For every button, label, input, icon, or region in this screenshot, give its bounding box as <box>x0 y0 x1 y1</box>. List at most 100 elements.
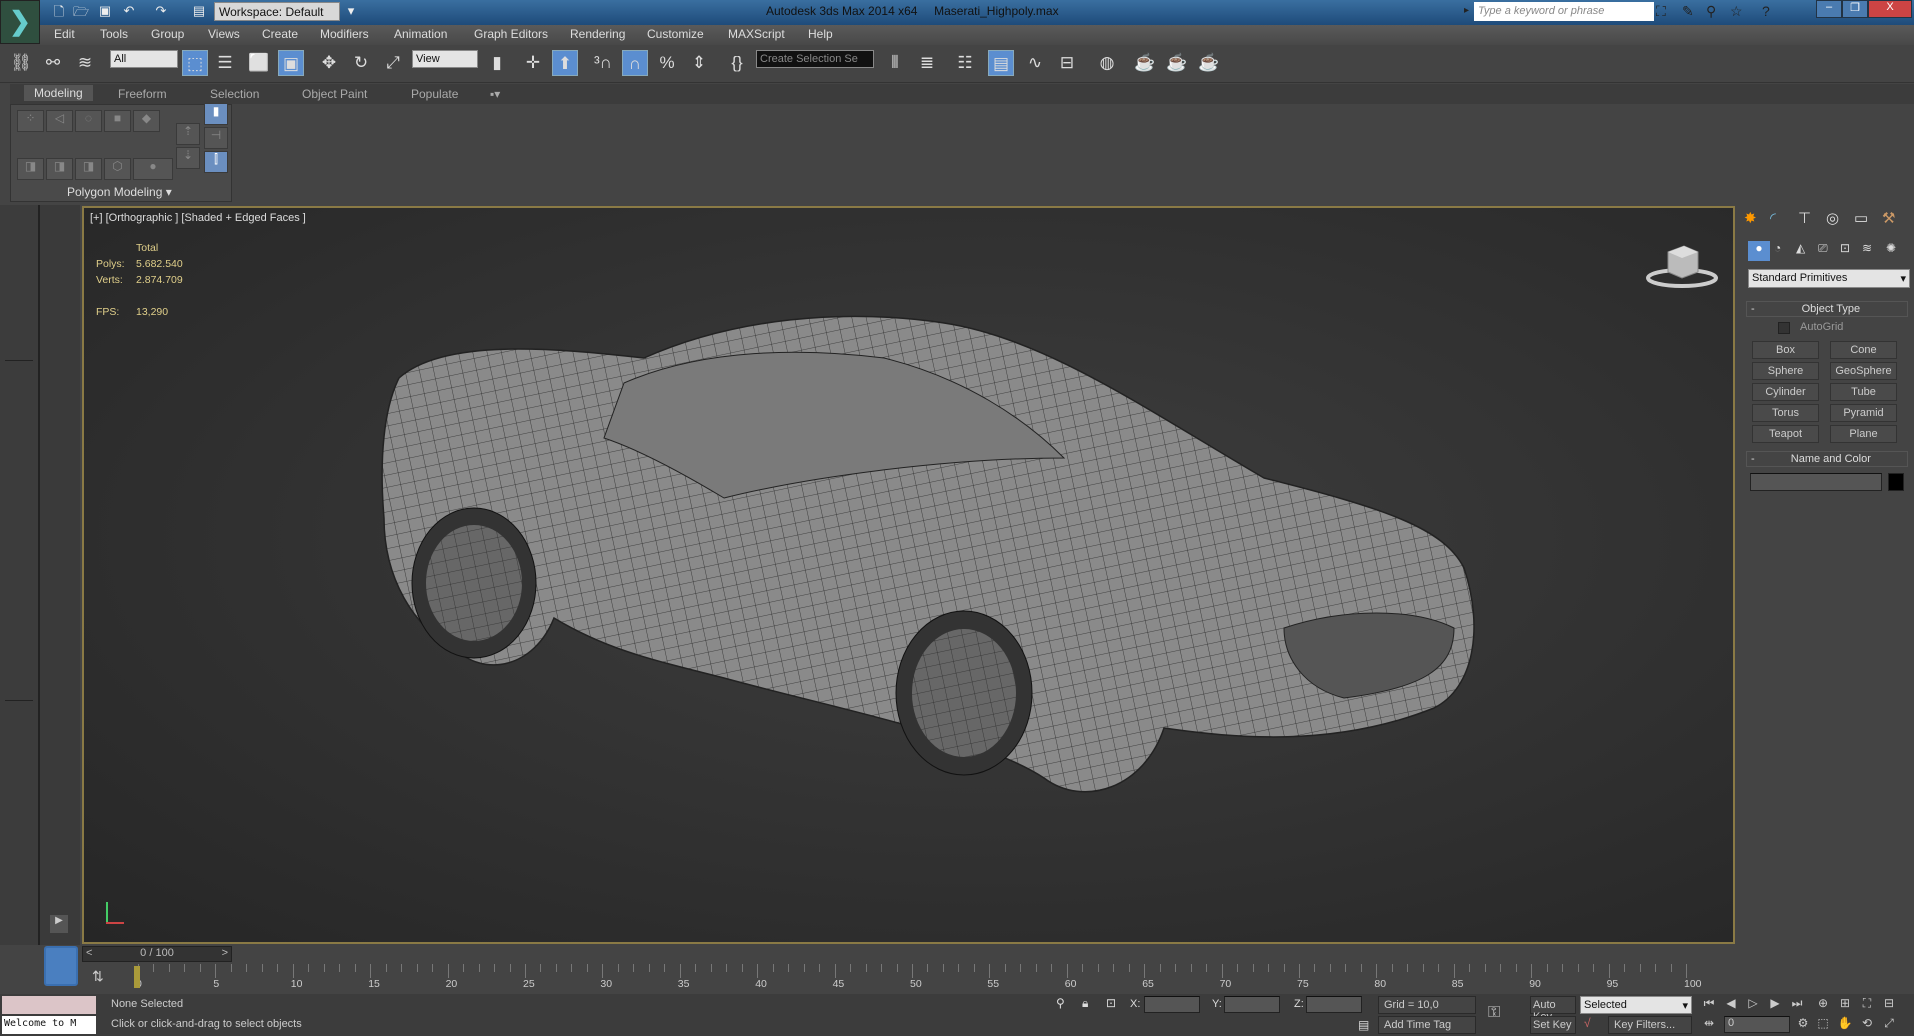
region-zoom-icon[interactable]: ⬚ <box>1814 1016 1832 1033</box>
pan-icon[interactable]: ✋ <box>1836 1016 1854 1033</box>
maxscript-output[interactable]: Welcome to M <box>2 1016 96 1034</box>
rendered-frame-window-icon[interactable]: ☕ <box>1164 50 1190 76</box>
save-icon[interactable]: ▣ <box>96 3 114 21</box>
scale-icon[interactable]: ⤢ <box>380 50 406 76</box>
space-warps-icon[interactable]: ≋ <box>1862 241 1872 255</box>
help-icon[interactable]: ? <box>1762 3 1770 19</box>
default-tangent-icon[interactable]: √ <box>1584 1016 1591 1030</box>
object-color-swatch[interactable] <box>1888 473 1904 491</box>
preview-selection-icon[interactable]: ⬡ <box>104 158 131 180</box>
polygon-modeling-panel-title[interactable]: Polygon Modeling ▾ <box>67 185 172 199</box>
maximize-viewport-icon[interactable]: ⤢ <box>1880 1016 1898 1033</box>
menu-tools[interactable]: Tools <box>100 27 128 41</box>
snaps-toggle-icon[interactable]: ³∩ <box>590 50 616 76</box>
percent-snap-icon[interactable]: % <box>654 50 680 76</box>
mirror-icon[interactable]: ⫴ <box>882 50 908 76</box>
vertex-icon[interactable]: ⁘ <box>17 110 44 132</box>
key-mode-toggle-icon[interactable]: ⇹ <box>1700 1016 1718 1033</box>
set-key-button[interactable]: Set Key <box>1530 1016 1576 1034</box>
search-input[interactable]: Type a keyword or phrase <box>1474 2 1654 21</box>
lights-icon[interactable]: ◭ <box>1796 241 1805 255</box>
menu-customize[interactable]: Customize <box>647 27 704 41</box>
new-file-icon[interactable]: 🗋 <box>50 3 68 21</box>
expand-search-icon[interactable]: ▸ <box>1464 5 1469 16</box>
selection-lock-icon[interactable]: 🔒︎ <box>1082 996 1088 1011</box>
name-color-rollout-header[interactable]: - Name and Color <box>1746 451 1908 467</box>
select-cube-2-icon[interactable]: ◨ <box>46 158 73 180</box>
play-icon[interactable]: ▷ <box>1744 996 1762 1013</box>
material-editor-icon[interactable]: ◍ <box>1094 50 1120 76</box>
object-type-rollout-header[interactable]: - Object Type <box>1746 301 1908 317</box>
show-cage-icon[interactable]: ⫿ <box>204 151 228 173</box>
shrink-icon[interactable]: ⇣ <box>176 147 200 169</box>
soft-selection-icon[interactable]: ● <box>133 158 173 180</box>
orbit-icon[interactable]: ⟲ <box>1858 1016 1876 1033</box>
application-button[interactable]: ❯ <box>0 0 40 44</box>
binoculars-icon[interactable]: ⛶ <box>1656 3 1666 20</box>
object-name-input[interactable] <box>1750 473 1882 491</box>
y-coordinate-input[interactable] <box>1224 996 1280 1013</box>
modify-tab-icon[interactable]: ◜ <box>1770 209 1776 227</box>
sphere-button[interactable]: Sphere <box>1752 362 1819 380</box>
select-object-icon[interactable]: ⬚ <box>182 50 208 76</box>
create-tab-icon[interactable]: ✸ <box>1744 209 1757 227</box>
spinner-snap-icon[interactable]: ⇕ <box>686 50 712 76</box>
reference-coordinate-dropdown[interactable]: View <box>412 50 478 68</box>
next-frame-icon[interactable]: ▶ <box>1766 996 1784 1013</box>
zoom-extents-icon[interactable]: ⛶ <box>1858 996 1876 1013</box>
menu-help[interactable]: Help <box>808 27 833 41</box>
autogrid-checkbox[interactable] <box>1778 322 1790 334</box>
scene-explorer-icon[interactable]: ▤ <box>988 50 1014 76</box>
zoom-all-icon[interactable]: ⊞ <box>1836 996 1854 1013</box>
maxscript-listener-mini[interactable] <box>2 996 96 1014</box>
menu-views[interactable]: Views <box>208 27 240 41</box>
show-end-result-icon[interactable]: ▮ <box>204 103 228 125</box>
geometry-icon[interactable]: ● <box>1748 241 1770 261</box>
customize-quick-access-icon[interactable]: ▾ <box>342 3 360 21</box>
key-filters-button[interactable]: Key Filters... <box>1608 1016 1692 1034</box>
cameras-icon[interactable]: ⎚ <box>1818 241 1828 256</box>
align-icon[interactable]: ≣ <box>914 50 940 76</box>
menu-graph-editors[interactable]: Graph Editors <box>474 27 548 41</box>
link-icon[interactable]: ⛓ <box>8 50 34 76</box>
tab-freeform[interactable]: Freeform <box>118 87 167 101</box>
polygon-icon[interactable]: ■ <box>104 110 131 132</box>
go-to-end-icon[interactable]: ⏭ <box>1788 996 1806 1013</box>
minimize-button[interactable]: – <box>1816 0 1842 18</box>
menu-group[interactable]: Group <box>151 27 184 41</box>
play-expand-icon[interactable]: ▶ <box>50 915 68 933</box>
menu-edit[interactable]: Edit <box>54 27 75 41</box>
wrench-icon[interactable]: ✎ <box>1682 3 1694 20</box>
helpers-icon[interactable]: ⊡ <box>1840 241 1850 255</box>
shapes-icon[interactable]: ◔ <box>1774 241 1781 255</box>
menu-create[interactable]: Create <box>262 27 298 41</box>
cylinder-button[interactable]: Cylinder <box>1752 383 1819 401</box>
grow-icon[interactable]: ⇡ <box>176 123 200 145</box>
zoom-icon[interactable]: ⊕ <box>1814 996 1832 1013</box>
schematic-view-icon[interactable]: ⊟ <box>1054 50 1080 76</box>
time-slider[interactable]: <0 / 100 > <box>82 946 232 962</box>
select-by-name-icon[interactable]: ☰ <box>212 50 238 76</box>
go-to-start-icon[interactable]: ⏮ <box>1700 996 1718 1013</box>
current-frame-input[interactable]: 0 <box>1724 1016 1790 1033</box>
keyboard-shortcut-override-icon[interactable]: ⬆ <box>552 50 578 76</box>
tube-button[interactable]: Tube <box>1830 383 1897 401</box>
tab-object-paint[interactable]: Object Paint <box>302 87 367 101</box>
systems-icon[interactable]: ✺ <box>1886 241 1896 255</box>
menu-maxscript[interactable]: MAXScript <box>728 27 785 41</box>
open-mini-curve-editor-icon[interactable]: ⇅ <box>92 968 104 985</box>
element-icon[interactable]: ◆ <box>133 110 160 132</box>
add-time-tag-button[interactable]: Add Time Tag <box>1378 1016 1476 1034</box>
selection-region-icon[interactable]: ⬜ <box>246 50 272 76</box>
perspective-viewport[interactable]: [+] [Orthographic ] [Shaded + Edged Face… <box>82 206 1735 944</box>
selection-filter-dropdown[interactable]: All <box>110 50 178 68</box>
box-button[interactable]: Box <box>1752 341 1819 359</box>
move-icon[interactable]: ✥ <box>316 50 342 76</box>
menu-rendering[interactable]: Rendering <box>570 27 625 41</box>
named-selection-set-dropdown[interactable]: Create Selection Se <box>756 50 874 68</box>
absolute-mode-icon[interactable]: ⊡ <box>1106 996 1116 1010</box>
render-setup-icon[interactable]: ☕ <box>1132 50 1158 76</box>
motion-tab-icon[interactable]: ◎ <box>1826 209 1839 227</box>
time-slider-thumb[interactable] <box>134 966 140 988</box>
render-production-icon[interactable]: ☕ <box>1196 50 1222 76</box>
